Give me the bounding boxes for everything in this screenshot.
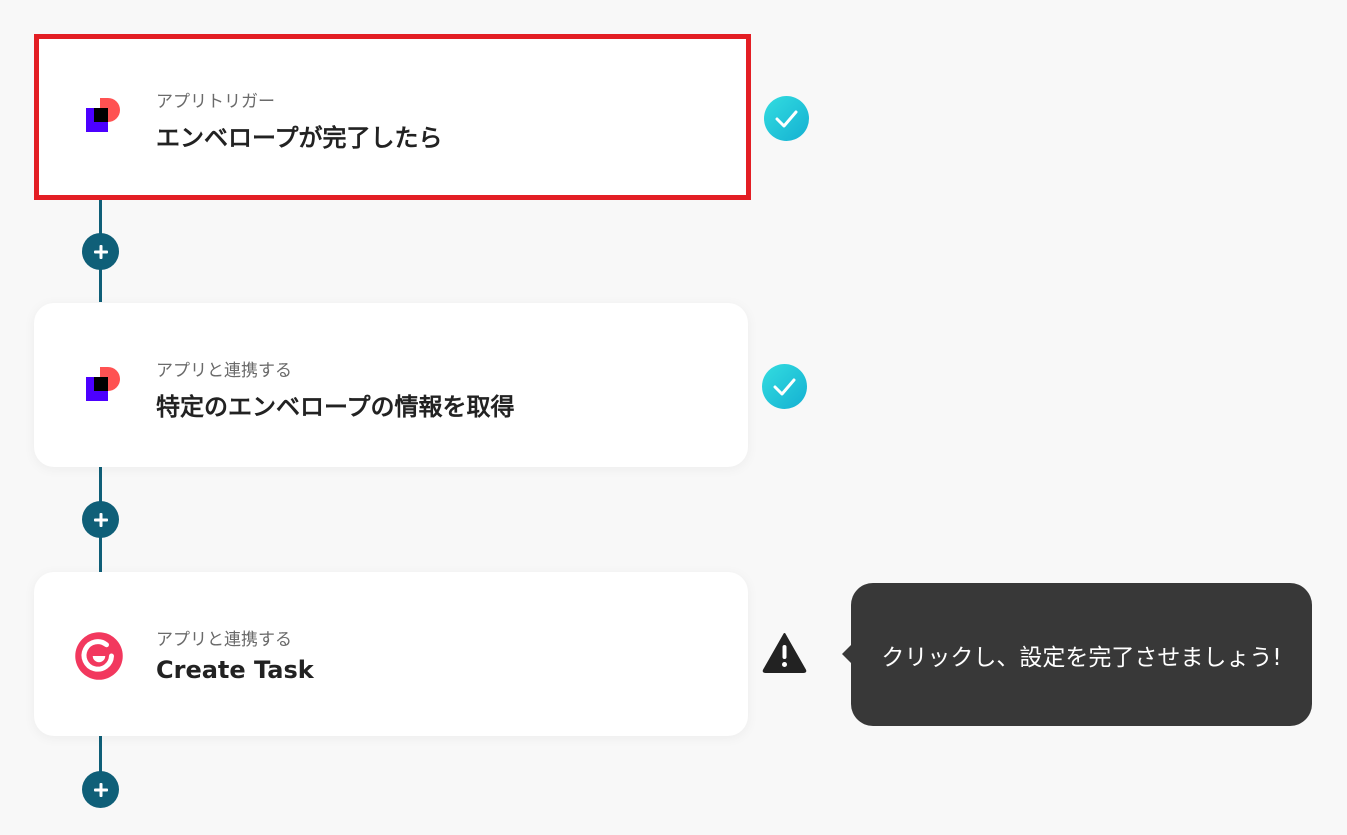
check-circle-icon	[764, 96, 809, 141]
setup-hint-tooltip: クリックし、設定を完了させましょう!	[842, 583, 1312, 726]
plus-icon	[93, 782, 108, 797]
step-card-create-task[interactable]: アプリと連携する Create Task	[34, 572, 748, 736]
plus-icon	[93, 244, 108, 259]
warning-icon	[762, 633, 807, 673]
crm-c-logo-icon	[75, 632, 123, 680]
tooltip-arrow	[842, 644, 852, 664]
step-kind-label: アプリと連携する	[156, 630, 292, 650]
add-step-button[interactable]	[82, 233, 119, 270]
step-card-get-envelope[interactable]: アプリと連携する 特定のエンベロープの情報を取得	[34, 303, 748, 467]
step-card-trigger[interactable]: アプリトリガー エンベロープが完了したら	[34, 34, 751, 200]
docusign-icon	[86, 367, 120, 401]
check-circle-icon	[762, 364, 807, 409]
docusign-icon	[86, 98, 120, 132]
step-title: Create Task	[156, 656, 314, 684]
add-step-button[interactable]	[82, 501, 119, 538]
step-kind-label: アプリと連携する	[156, 361, 292, 381]
step-kind-label: アプリトリガー	[156, 92, 275, 112]
plus-icon	[93, 512, 108, 527]
step-title: 特定のエンベロープの情報を取得	[156, 393, 515, 421]
add-step-button[interactable]	[82, 771, 119, 808]
connector-line-3	[99, 735, 102, 775]
tooltip-message: クリックし、設定を完了させましょう!	[881, 644, 1282, 671]
step-title: エンベロープが完了したら	[156, 124, 443, 152]
